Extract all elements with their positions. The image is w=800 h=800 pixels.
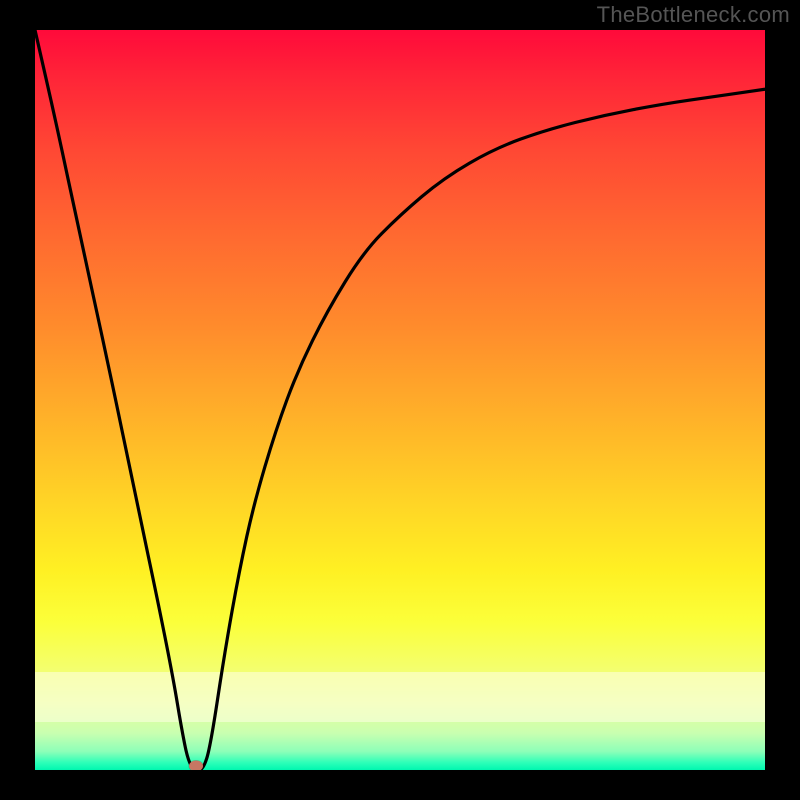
- min-marker: [189, 761, 203, 770]
- plot-area: [35, 30, 765, 770]
- chart-frame: TheBottleneck.com: [0, 0, 800, 800]
- watermark-label: TheBottleneck.com: [597, 2, 790, 28]
- bottleneck-curve: [35, 30, 765, 770]
